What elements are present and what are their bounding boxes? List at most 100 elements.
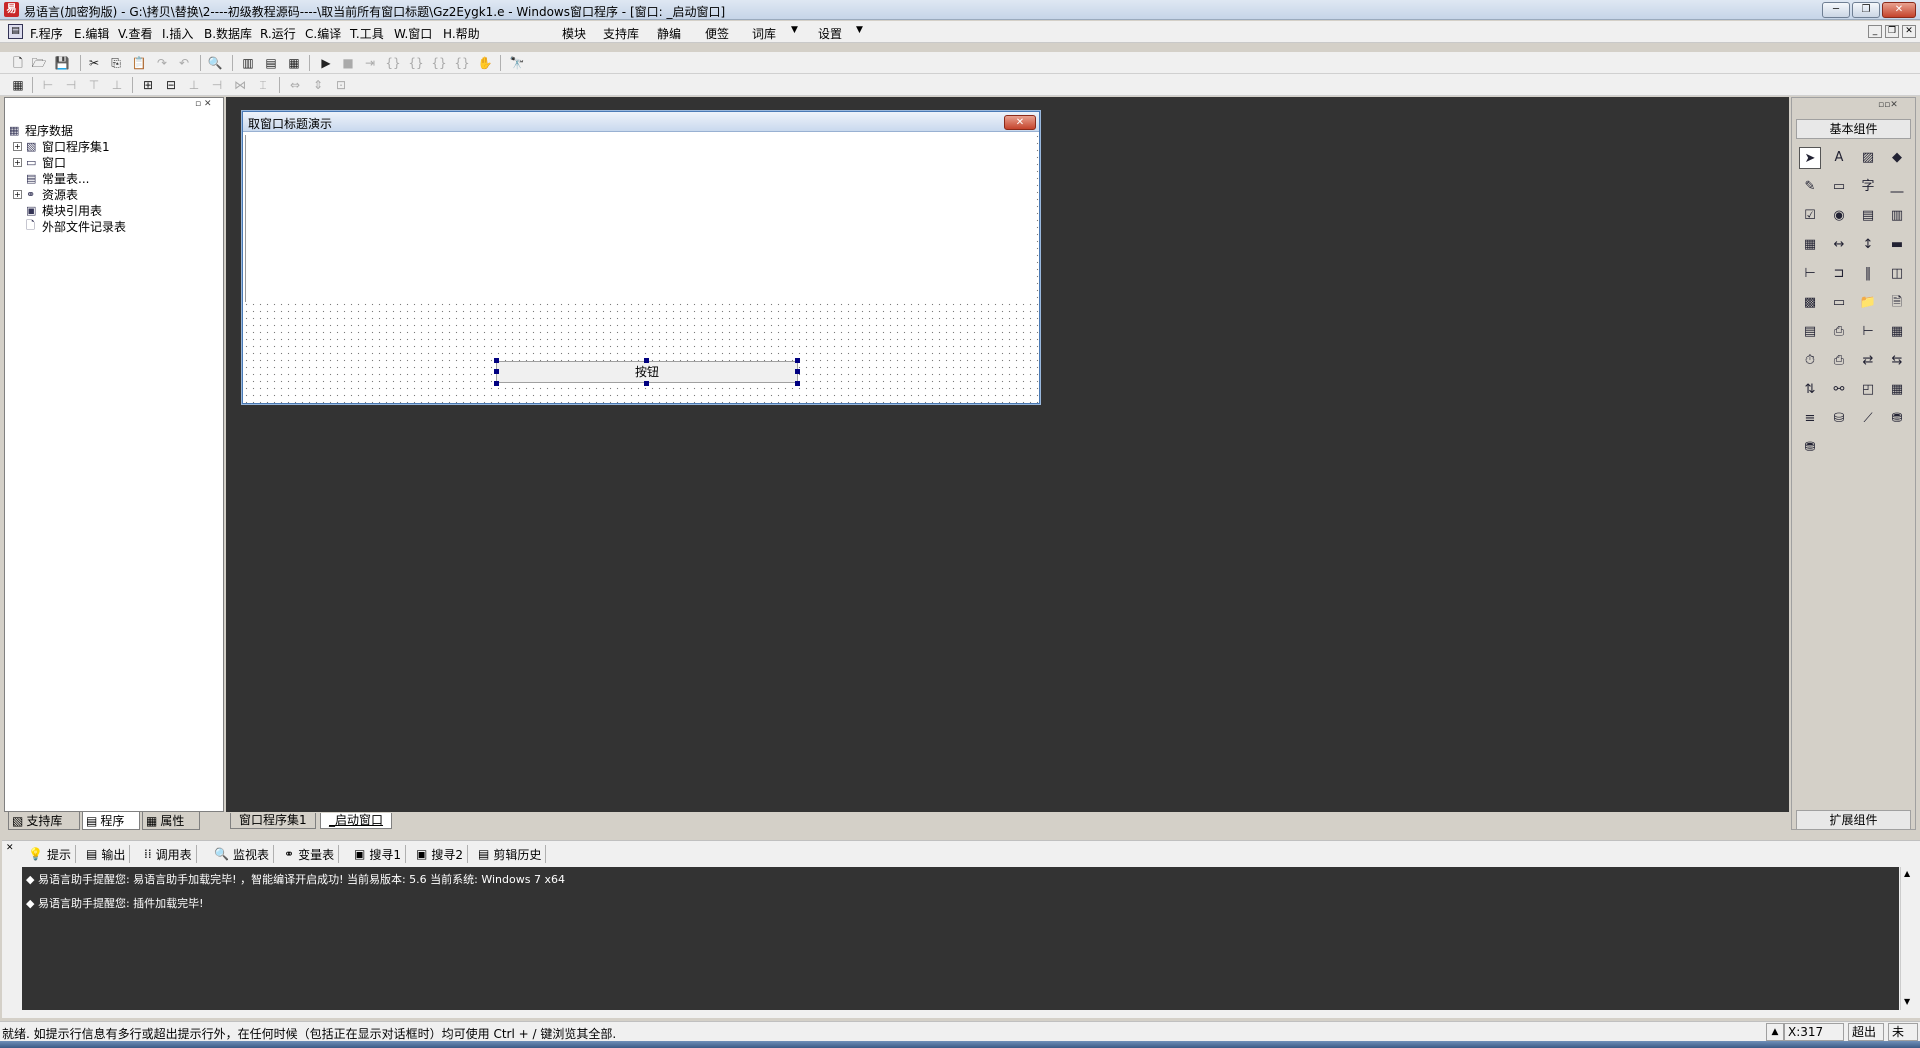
- scroll-down-icon[interactable]: ▼: [1904, 997, 1910, 1006]
- status-tool-icon[interactable]: ▦: [1886, 321, 1908, 343]
- expand-icon[interactable]: +: [13, 157, 22, 167]
- grid-icon[interactable]: ▦: [10, 77, 26, 93]
- database-tool-icon[interactable]: ≡: [1799, 408, 1821, 430]
- tree-item-external-files[interactable]: 🗋 外部文件记录表: [26, 218, 126, 234]
- menu-help[interactable]: H.帮助: [443, 25, 480, 42]
- resize-handle[interactable]: [494, 369, 499, 374]
- mdi-restore-button[interactable]: ❐: [1885, 25, 1899, 38]
- redo-icon[interactable]: ↷: [154, 55, 170, 71]
- tab-startup-window[interactable]: _启动窗口: [320, 813, 393, 829]
- restore-button[interactable]: ❐: [1852, 2, 1880, 18]
- menu-window[interactable]: W.窗口: [394, 25, 432, 42]
- tab-output[interactable]: ▤ 输出: [82, 845, 131, 863]
- tree-item-window-assembly[interactable]: + ▧ 窗口程序集1: [13, 138, 110, 154]
- toolbar-tool-icon[interactable]: ▤: [1799, 321, 1821, 343]
- table-tool-icon[interactable]: ▦: [1886, 379, 1908, 401]
- tab-clip-history[interactable]: ▤ 剪辑历史: [474, 845, 547, 863]
- resize-handle[interactable]: [494, 381, 499, 386]
- basic-components-header[interactable]: 基本组件: [1796, 119, 1911, 139]
- tab-tool-icon[interactable]: ⊐: [1828, 263, 1850, 285]
- tab-search2[interactable]: ▣ 搜寻2: [412, 845, 468, 863]
- output-close-icon[interactable]: ✕: [6, 843, 14, 853]
- menu-tools[interactable]: T.工具: [350, 25, 384, 42]
- slider-tool-icon[interactable]: ⊢: [1799, 263, 1821, 285]
- resize-handle[interactable]: [644, 381, 649, 386]
- expand-icon[interactable]: +: [13, 189, 22, 199]
- combobox-tool-icon[interactable]: ▥: [1886, 205, 1908, 227]
- listbox-tool-icon[interactable]: ▤: [1857, 205, 1879, 227]
- new-file-icon[interactable]: 🗋: [10, 55, 26, 71]
- chart-tool-icon[interactable]: ⟋: [1857, 408, 1879, 430]
- form-textbox[interactable]: [245, 135, 1036, 302]
- binoculars-icon[interactable]: 🔭: [509, 55, 525, 71]
- line-tool-icon[interactable]: ⎽: [1886, 176, 1908, 198]
- layout-panel-icon[interactable]: ▤: [263, 55, 279, 71]
- extended-components-header[interactable]: 扩展组件: [1796, 810, 1911, 830]
- menu-database[interactable]: B.数据库: [204, 25, 252, 42]
- odbc-tool-icon[interactable]: ⛃: [1886, 408, 1908, 430]
- menu-settings[interactable]: 设置: [818, 25, 842, 42]
- tab-call-stack[interactable]: ⁞⁞ 调用表: [140, 845, 197, 863]
- mdi-child-icon[interactable]: ▤: [8, 24, 23, 39]
- printer-tool-icon[interactable]: ⎙: [1828, 321, 1850, 343]
- panel-pin-icon[interactable]: ▫ ✕: [195, 99, 212, 109]
- shape-tool-icon[interactable]: ◆: [1886, 147, 1908, 169]
- document-tool-icon[interactable]: 🗎: [1886, 292, 1908, 314]
- progress-tool-icon[interactable]: ▬: [1886, 234, 1908, 256]
- menu-view[interactable]: V.查看: [118, 25, 152, 42]
- hand-icon[interactable]: ✋: [477, 55, 493, 71]
- port-tool-icon[interactable]: ⚯: [1828, 379, 1850, 401]
- align-right-icon[interactable]: ⊣: [63, 77, 79, 93]
- stop-icon[interactable]: ■: [340, 55, 356, 71]
- mdi-minimize-button[interactable]: _: [1868, 25, 1882, 38]
- menu-settings-chevron-down-icon[interactable]: ▼: [856, 25, 863, 35]
- cut-icon[interactable]: ✂: [86, 55, 102, 71]
- close-button[interactable]: ✕: [1882, 2, 1916, 18]
- align-left-icon[interactable]: ⊢: [40, 77, 56, 93]
- align-bottom-icon[interactable]: ⊥: [109, 77, 125, 93]
- panel-pin-icon[interactable]: ▫▫✕: [1878, 100, 1898, 110]
- run-to-cursor-icon[interactable]: {}: [454, 55, 470, 71]
- edit-tool-icon[interactable]: ✎: [1799, 176, 1821, 198]
- same-width-icon[interactable]: ⊥: [186, 77, 202, 93]
- menu-edit[interactable]: E.编辑: [74, 25, 109, 42]
- resize-handle[interactable]: [644, 358, 649, 363]
- step-in-icon[interactable]: {}: [385, 55, 401, 71]
- menu-dictionary-chevron-down-icon[interactable]: ▼: [791, 25, 798, 35]
- menu-insert[interactable]: I.插入: [162, 25, 193, 42]
- output-text-area[interactable]: ◆ 易语言助手提醒您: 易语言助手加载完毕! ，智能编译开启成功! 当前易版本:…: [22, 867, 1899, 1010]
- layout-list-icon[interactable]: ▦: [286, 55, 302, 71]
- folder-tool-icon[interactable]: 📁: [1857, 292, 1879, 314]
- open-folder-icon[interactable]: 🗁: [31, 55, 47, 71]
- copy-icon[interactable]: ⎘: [108, 55, 124, 71]
- center-vertical-icon[interactable]: ⊟: [163, 77, 179, 93]
- clock-tool-icon[interactable]: ⏱: [1799, 350, 1821, 372]
- space-horizontal-icon[interactable]: ⋈: [232, 77, 248, 93]
- size-both-icon[interactable]: ⊡: [333, 77, 349, 93]
- resize-handle[interactable]: [795, 381, 800, 386]
- tree-tool-icon[interactable]: ⊢: [1857, 321, 1879, 343]
- tree-item-constants[interactable]: ▤ 常量表...: [26, 170, 89, 186]
- menu-module[interactable]: 模块: [562, 25, 586, 42]
- step-over-icon[interactable]: {}: [431, 55, 447, 71]
- form-close-icon[interactable]: ✕: [1004, 115, 1036, 130]
- menu-program[interactable]: F.程序: [30, 25, 63, 42]
- splitter-tool-icon[interactable]: ‖: [1857, 263, 1879, 285]
- radio-tool-icon[interactable]: ◉: [1828, 205, 1850, 227]
- scroll-up-icon[interactable]: ▲: [1904, 869, 1910, 878]
- output-scrollbar[interactable]: ▲ ▼: [1900, 867, 1916, 1010]
- label-tool-icon[interactable]: A: [1828, 147, 1850, 169]
- tab-window-assembly[interactable]: 窗口程序集1: [230, 813, 316, 829]
- resize-handle[interactable]: [795, 358, 800, 363]
- checkbox-tool-icon[interactable]: ☑: [1799, 205, 1821, 227]
- space-vertical-icon[interactable]: ⌶: [255, 77, 271, 93]
- find-icon[interactable]: 🔍: [207, 55, 223, 71]
- timer-tool-icon[interactable]: ▭: [1828, 292, 1850, 314]
- tab-program[interactable]: ▤ 程序: [82, 812, 140, 830]
- step-out-icon[interactable]: {}: [408, 55, 424, 71]
- db-provider-tool-icon[interactable]: ⛁: [1828, 408, 1850, 430]
- layout-window-icon[interactable]: ▥: [240, 55, 256, 71]
- calendar-tool-icon[interactable]: ▩: [1799, 292, 1821, 314]
- tree-root[interactable]: ▦ 程序数据: [9, 122, 73, 138]
- menu-support-lib[interactable]: 支持库: [603, 25, 639, 42]
